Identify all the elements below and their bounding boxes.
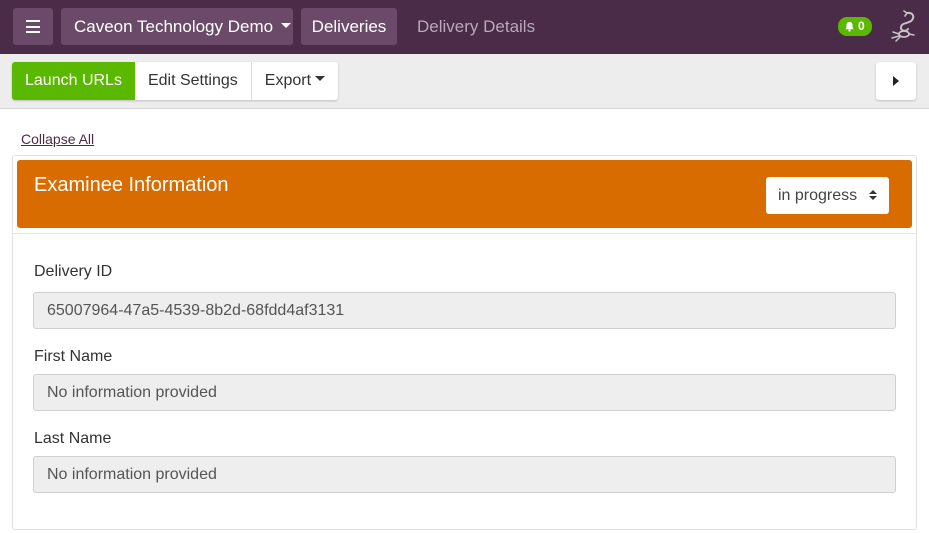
bell-icon xyxy=(845,21,854,32)
first-name-label: First Name xyxy=(34,348,113,365)
last-name-label: Last Name xyxy=(34,430,112,447)
delivery-id-label: Delivery ID xyxy=(34,263,113,280)
launch-urls-button[interactable]: Launch URLs xyxy=(12,62,135,100)
chevron-down-icon xyxy=(281,23,292,29)
examinee-information-card: Examinee Information in progress Deliver… xyxy=(12,155,917,530)
status-select-value: in progress xyxy=(778,187,858,204)
status-select[interactable]: in progress xyxy=(766,177,889,214)
card-divider xyxy=(13,233,916,234)
hamburger-menu-button[interactable] xyxy=(13,8,53,45)
chevron-down-icon xyxy=(315,76,326,82)
notifications-badge[interactable]: 0 xyxy=(838,17,872,36)
top-navbar: Caveon Technology Demo Deliveries Delive… xyxy=(0,0,929,54)
deliveries-breadcrumb-button[interactable]: Deliveries xyxy=(301,8,397,45)
sidebar-toggle-button[interactable] xyxy=(876,62,916,100)
hamburger-icon xyxy=(26,20,40,33)
card-header[interactable]: Examinee Information in progress xyxy=(17,160,912,228)
notification-count: 0 xyxy=(858,19,865,33)
organization-label: Caveon Technology Demo xyxy=(74,17,274,36)
organization-dropdown[interactable]: Caveon Technology Demo xyxy=(61,8,293,45)
collapse-all-link[interactable]: Collapse All xyxy=(21,131,94,147)
select-arrows-icon xyxy=(869,190,877,202)
section-title: Examinee Information xyxy=(34,174,229,196)
last-name-field[interactable]: No information provided xyxy=(33,456,896,493)
export-dropdown-button[interactable]: Export xyxy=(251,62,339,100)
chevron-right-icon xyxy=(893,76,899,86)
export-label: Export xyxy=(264,72,312,89)
action-toolbar: Launch URLs Edit Settings Export xyxy=(0,54,929,109)
action-button-group: Launch URLs Edit Settings Export xyxy=(12,62,339,100)
scorpion-logo-icon[interactable] xyxy=(887,10,917,42)
breadcrumb-current-page: Delivery Details xyxy=(417,17,536,36)
edit-settings-button[interactable]: Edit Settings xyxy=(134,62,252,100)
first-name-field[interactable]: No information provided xyxy=(33,374,896,411)
delivery-id-field[interactable]: 65007964-47a5-4539-8b2d-68fdd4af3131 xyxy=(33,292,896,329)
